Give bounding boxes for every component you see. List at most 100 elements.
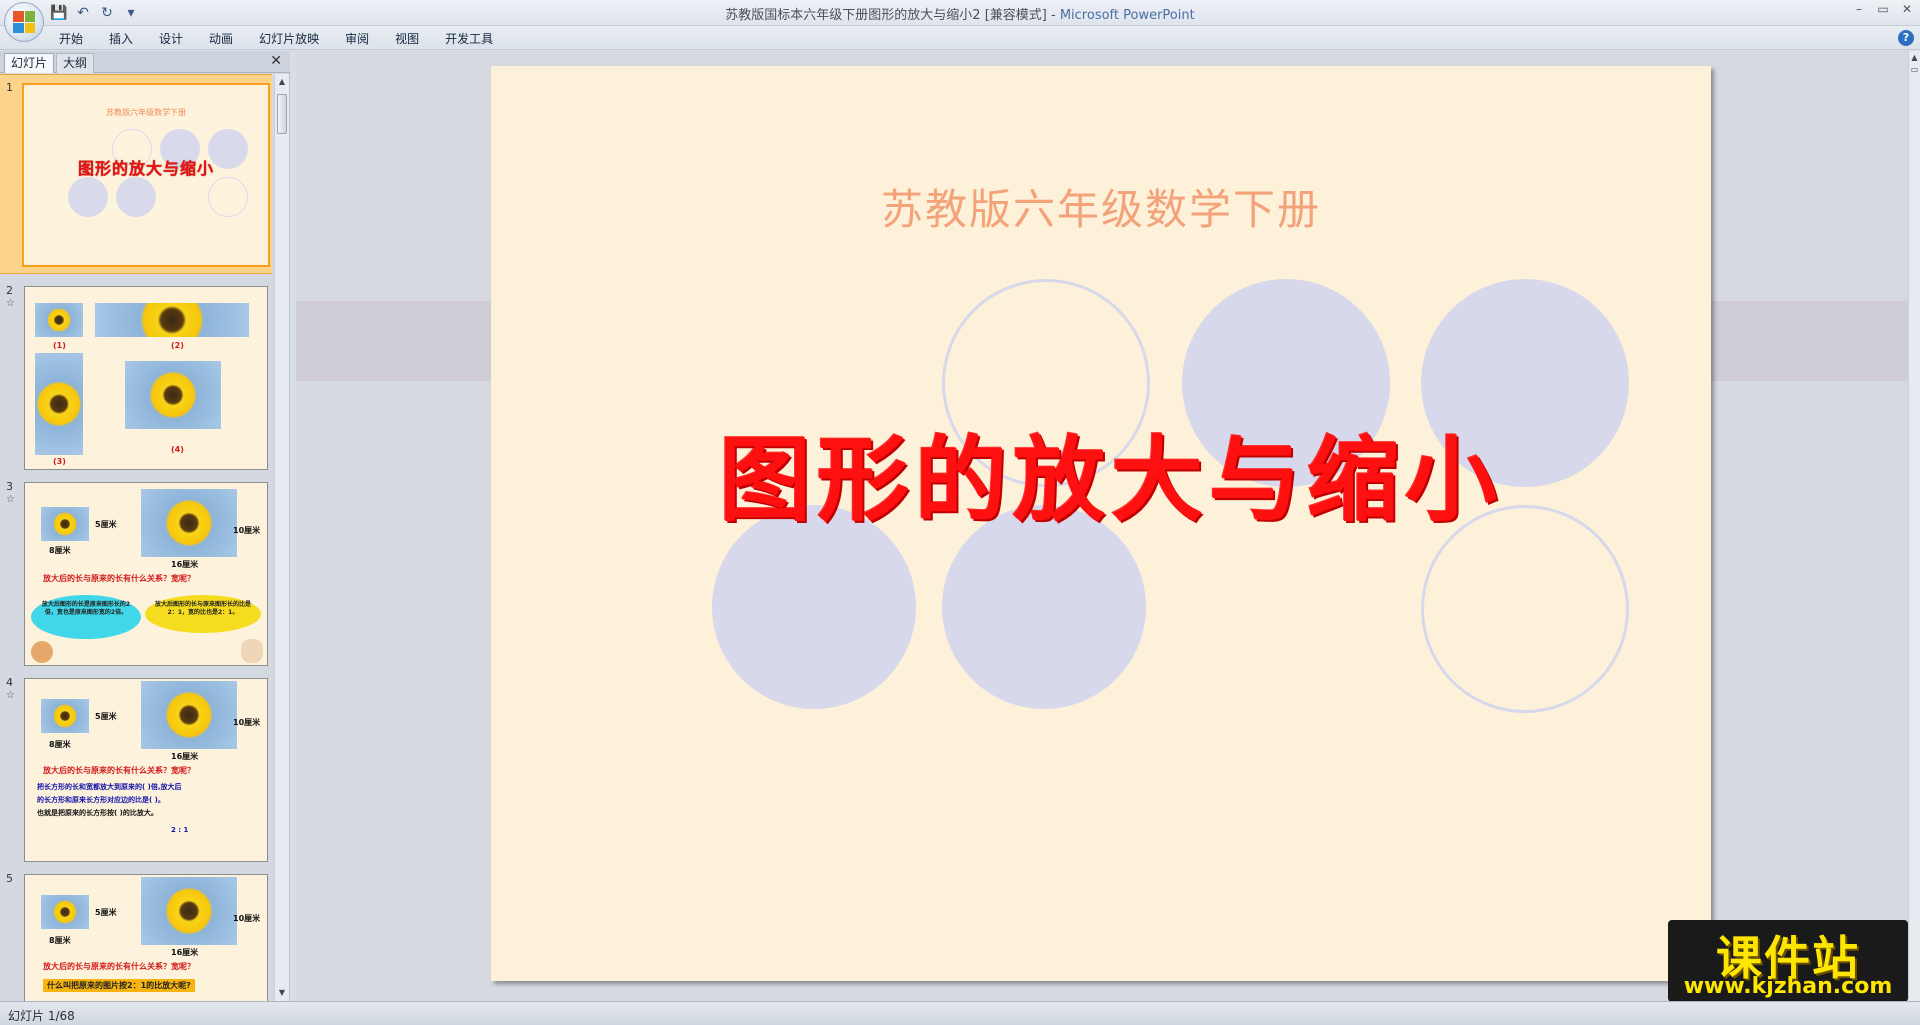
slide-number: 4 <box>6 676 13 689</box>
thumb-circle <box>116 177 156 217</box>
sunflower-image <box>141 681 237 749</box>
watermark-logo: 课件站 www.kjzhan.com <box>1668 920 1908 1002</box>
slide-number: 2 <box>6 284 13 297</box>
tab-slides[interactable]: 幻灯片 <box>4 53 55 73</box>
height-label: 8厘米 <box>49 546 71 555</box>
height-label: 16厘米 <box>171 560 199 569</box>
fill-blank-text: 把长方形的长和宽都放大到原来的( )倍,放大后 <box>37 783 182 791</box>
caption: (1) <box>53 341 66 350</box>
width-label: 10厘米 <box>233 718 261 727</box>
thumbnail-slide-4[interactable]: 5厘米 8厘米 10厘米 16厘米 放大后的长与原来的长有什么关系？宽呢？ 把长… <box>24 678 268 862</box>
pane-close-icon[interactable]: ✕ <box>270 53 282 69</box>
thumb-circle <box>208 177 248 217</box>
width-label: 5厘米 <box>95 908 117 917</box>
height-label: 8厘米 <box>49 740 71 749</box>
width-label: 5厘米 <box>95 520 117 529</box>
scroll-up-icon[interactable]: ▲ <box>1909 53 1920 62</box>
tab-animations[interactable]: 动画 <box>196 30 246 48</box>
sunflower-image <box>35 353 83 455</box>
fill-blank-text: 也就是把原来的长方形按( )的比放大。 <box>37 809 158 817</box>
answer-bubble-right: 放大后图形的长与原来图形长的比是2：1，宽的比也是2：1。 <box>145 595 261 633</box>
close-button[interactable]: ✕ <box>1900 2 1914 16</box>
answer-bubble-left: 放大后图形的长是原来图形长的2倍，宽也是原来图形宽的2倍。 <box>31 595 141 639</box>
highlight-text: 什么叫把原来的图片按2：1的比放大呢? <box>43 979 195 992</box>
thumbnail-slide-5[interactable]: 5厘米 8厘米 10厘米 16厘米 放大后的长与原来的长有什么关系？宽呢？ 什么… <box>24 874 268 1001</box>
thumbnail-slot-4[interactable]: 4 ☆ 5厘米 8厘米 10厘米 16厘米 放大后的长与原来的长有什么关系？宽呢… <box>0 670 272 862</box>
thumbnail-slide-2[interactable]: (1) (2) (3) (4) <box>24 286 268 470</box>
question-text: 放大后的长与原来的长有什么关系？宽呢？ <box>43 962 195 971</box>
fill-blank-text: 的长方形和原来长方形对应边的比是( )。 <box>37 796 165 804</box>
tab-outline[interactable]: 大纲 <box>56 53 95 73</box>
restore-button[interactable]: ▭ <box>1876 2 1890 16</box>
question-text: 放大后的长与原来的长有什么关系？宽呢？ <box>43 766 195 775</box>
sunflower-image <box>95 303 249 337</box>
scroll-thumb[interactable] <box>277 94 287 134</box>
cartoon-icon <box>241 639 263 663</box>
sunflower-image <box>41 507 89 541</box>
slide-title[interactable]: 图形的放大与缩小 <box>641 406 1581 539</box>
slide-number: 3 <box>6 480 13 493</box>
thumbnail-list: 1 苏教版六年级数学下册 图形的放大与缩小 2 ☆ (1) (2) (3) (4… <box>0 74 272 1001</box>
slide-counter: 幻灯片 1/68 <box>8 1009 75 1023</box>
pane-tabs: 幻灯片 大纲 ✕ <box>0 51 290 73</box>
sunflower-image <box>41 895 89 929</box>
minimize-button[interactable]: – <box>1852 2 1866 16</box>
animation-star-icon: ☆ <box>6 494 15 505</box>
thumbnail-scrollbar[interactable]: ▲ ▼ <box>274 74 289 1001</box>
tab-review[interactable]: 审阅 <box>332 30 382 48</box>
scroll-up-icon[interactable]: ▲ <box>276 75 288 89</box>
thumbnail-slot-3[interactable]: 3 ☆ 5厘米 8厘米 10厘米 16厘米 放大后的长与原来的长有什么关系？宽呢… <box>0 474 272 666</box>
tab-home[interactable]: 开始 <box>46 30 96 48</box>
current-slide[interactable]: 苏教版六年级数学下册 图形的放大与缩小 <box>491 66 1711 981</box>
sunflower-image <box>35 303 83 337</box>
scroll-down-icon[interactable]: ▼ <box>276 986 288 1000</box>
width-label: 5厘米 <box>95 712 117 721</box>
tab-slideshow[interactable]: 幻灯片放映 <box>246 30 332 48</box>
window-title: 苏教版国标本六年级下册图形的放大与缩小2 [兼容模式] - Microsoft … <box>0 4 1920 23</box>
tab-insert[interactable]: 插入 <box>96 30 146 48</box>
slide-subtitle[interactable]: 苏教版六年级数学下册 <box>491 176 1711 237</box>
ribbon-tabs: 开始 插入 设计 动画 幻灯片放映 审阅 视图 开发工具 <box>46 30 506 48</box>
width-label: 10厘米 <box>233 526 261 535</box>
tab-developer[interactable]: 开发工具 <box>432 30 506 48</box>
caption: (2) <box>171 341 184 350</box>
sunflower-image <box>41 699 89 733</box>
tab-view[interactable]: 视图 <box>382 30 432 48</box>
thumbnail-slide-1[interactable]: 苏教版六年级数学下册 图形的放大与缩小 <box>22 83 270 267</box>
window-controls: – ▭ ✕ <box>1852 2 1914 16</box>
answer-text: 2 : 1 <box>171 826 189 834</box>
slide-number: 5 <box>6 872 13 885</box>
scroll-thumb[interactable]: ▭ <box>1909 65 1920 74</box>
ribbon: 开始 插入 设计 动画 幻灯片放映 审阅 视图 开发工具 ? <box>0 26 1920 50</box>
title-separator: - <box>1046 8 1060 23</box>
help-icon[interactable]: ? <box>1898 30 1914 46</box>
caption: (4) <box>171 445 184 454</box>
document-title: 苏教版国标本六年级下册图形的放大与缩小2 [兼容模式] <box>725 8 1047 23</box>
cartoon-icon <box>31 641 53 663</box>
sunflower-image <box>141 489 237 557</box>
title-bar: 💾 ↶ ↻ ▾ 苏教版国标本六年级下册图形的放大与缩小2 [兼容模式] - Mi… <box>0 0 1920 42</box>
thumbnail-slot-2[interactable]: 2 ☆ (1) (2) (3) (4) <box>0 278 272 470</box>
height-label: 16厘米 <box>171 752 199 761</box>
height-label: 16厘米 <box>171 948 199 957</box>
slide-number: 1 <box>6 81 13 94</box>
question-text: 放大后的长与原来的长有什么关系？宽呢？ <box>43 574 195 583</box>
canvas-scrollbar[interactable]: ▲ ▭ <box>1908 51 1920 1001</box>
watermark-url: www.kjzhan.com <box>1683 974 1893 999</box>
caption: (3) <box>53 457 66 466</box>
status-bar: 幻灯片 1/68 <box>0 1001 1920 1025</box>
animation-star-icon: ☆ <box>6 298 15 309</box>
thumbnail-slot-1[interactable]: 1 苏教版六年级数学下册 图形的放大与缩小 <box>0 74 272 274</box>
sunflower-image <box>141 877 237 945</box>
slides-pane: 幻灯片 大纲 ✕ 1 苏教版六年级数学下册 图形的放大与缩小 2 ☆ (1) (… <box>0 51 290 1001</box>
thumbnail-slide-3[interactable]: 5厘米 8厘米 10厘米 16厘米 放大后的长与原来的长有什么关系？宽呢？ 放大… <box>24 482 268 666</box>
thumb-title: 图形的放大与缩小 <box>77 159 214 178</box>
thumb-subtitle: 苏教版六年级数学下册 <box>106 108 186 117</box>
office-button[interactable] <box>4 2 44 42</box>
office-logo-icon <box>13 11 35 33</box>
thumbnail-slot-5[interactable]: 5 5厘米 8厘米 10厘米 16厘米 放大后的长与原来的长有什么关系？宽呢？ … <box>0 866 272 1001</box>
animation-star-icon: ☆ <box>6 690 15 701</box>
sunflower-image <box>125 361 221 429</box>
thumb-circle <box>68 177 108 217</box>
tab-design[interactable]: 设计 <box>146 30 196 48</box>
